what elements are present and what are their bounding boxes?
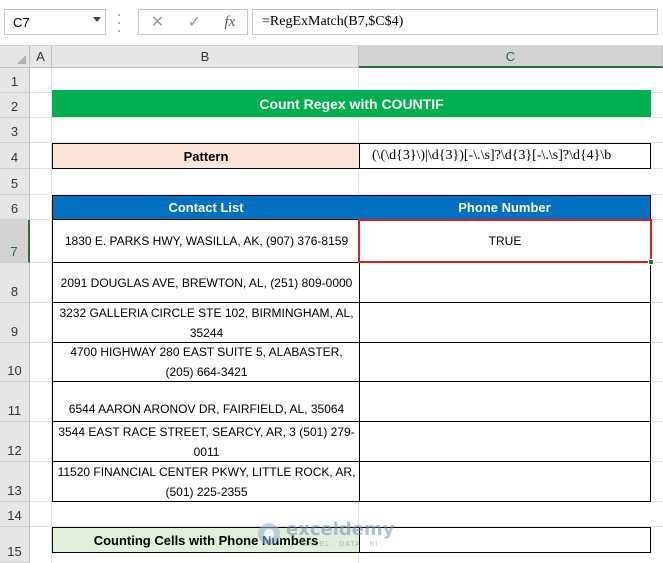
- row-header-8[interactable]: 8: [0, 263, 30, 303]
- pattern-value[interactable]: (\(\d{3}\)|\d{3})[-\.\s]?\d{3}[-\.\s]?\d…: [360, 143, 651, 169]
- column-header-b[interactable]: B: [52, 46, 359, 68]
- phone-result-cell[interactable]: [359, 382, 651, 422]
- row-header-12[interactable]: 12: [0, 422, 30, 462]
- phone-result-cell[interactable]: [359, 303, 651, 343]
- row-header-4[interactable]: 4: [0, 143, 30, 169]
- contact-cell[interactable]: 3232 GALLERIA CIRCLE STE 102, BIRMINGHAM…: [52, 303, 360, 343]
- insert-function-icon[interactable]: fx: [224, 14, 235, 31]
- row-header-6[interactable]: 6: [0, 195, 30, 220]
- count-label[interactable]: Counting Cells with Phone Numbers: [52, 527, 360, 553]
- contact-cell[interactable]: 3544 EAST RACE STREET, SEARCY, AR, 3 (50…: [52, 422, 360, 462]
- row-header-3[interactable]: 3: [0, 118, 30, 143]
- contact-cell[interactable]: 11520 FINANCIAL CENTER PKWY, LITTLE ROCK…: [52, 462, 360, 502]
- phone-result-cell[interactable]: [359, 263, 651, 303]
- chevron-down-icon[interactable]: [93, 17, 101, 22]
- phone-result-cell[interactable]: [359, 422, 651, 462]
- row-header-2[interactable]: 2: [0, 93, 30, 118]
- row-header-11[interactable]: 11: [0, 382, 30, 422]
- column-header-c[interactable]: C: [359, 46, 663, 68]
- name-box-value: C7: [13, 14, 30, 30]
- phone-number-header[interactable]: Phone Number: [359, 195, 651, 220]
- phone-result-cell[interactable]: [359, 343, 651, 382]
- formula-buttons: ✕ ✓ fx: [138, 9, 248, 35]
- contact-cell[interactable]: 2091 DOUGLAS AVE, BREWTON, AL, (251) 809…: [52, 263, 360, 303]
- row-header-13[interactable]: 13: [0, 462, 30, 502]
- contact-cell[interactable]: 6544 AARON ARONOV DR, FAIRFIELD, AL, 350…: [52, 382, 360, 422]
- enter-icon[interactable]: ✓: [188, 12, 201, 32]
- row-header-7[interactable]: 7: [0, 220, 30, 263]
- sheet-title[interactable]: Count Regex with COUNTIF: [52, 90, 651, 117]
- row-header-15[interactable]: 15: [0, 527, 30, 563]
- row-header-5[interactable]: 5: [0, 169, 30, 195]
- row-header-14[interactable]: 14: [0, 502, 30, 527]
- select-all-button[interactable]: [0, 46, 30, 68]
- contact-cell[interactable]: 4700 HIGHWAY 280 EAST SUITE 5, ALABASTER…: [52, 343, 360, 382]
- phone-result-cell[interactable]: TRUE: [359, 220, 651, 263]
- formula-bar: C7 ✕ ✓ fx =RegExMatch(B7,$C$4): [0, 0, 663, 46]
- formula-bar-splitter[interactable]: [117, 14, 121, 32]
- contact-cell[interactable]: 1830 E. PARKS HWY, WASILLA, AK, (907) 37…: [52, 220, 360, 263]
- column-header-a[interactable]: A: [30, 46, 52, 68]
- phone-result-cell[interactable]: [359, 462, 651, 502]
- row-header-9[interactable]: 9: [0, 303, 30, 343]
- name-box[interactable]: C7: [4, 9, 106, 35]
- formula-text: =RegExMatch(B7,$C$4): [262, 14, 404, 29]
- pattern-label[interactable]: Pattern: [52, 143, 360, 169]
- row-header-10[interactable]: 10: [0, 343, 30, 382]
- contact-list-header[interactable]: Contact List: [52, 195, 360, 220]
- cancel-icon[interactable]: ✕: [151, 12, 164, 32]
- row-header-1[interactable]: 1: [0, 68, 30, 93]
- formula-input[interactable]: =RegExMatch(B7,$C$4): [252, 9, 658, 35]
- fill-handle[interactable]: [648, 259, 654, 265]
- count-result-cell[interactable]: [360, 527, 651, 553]
